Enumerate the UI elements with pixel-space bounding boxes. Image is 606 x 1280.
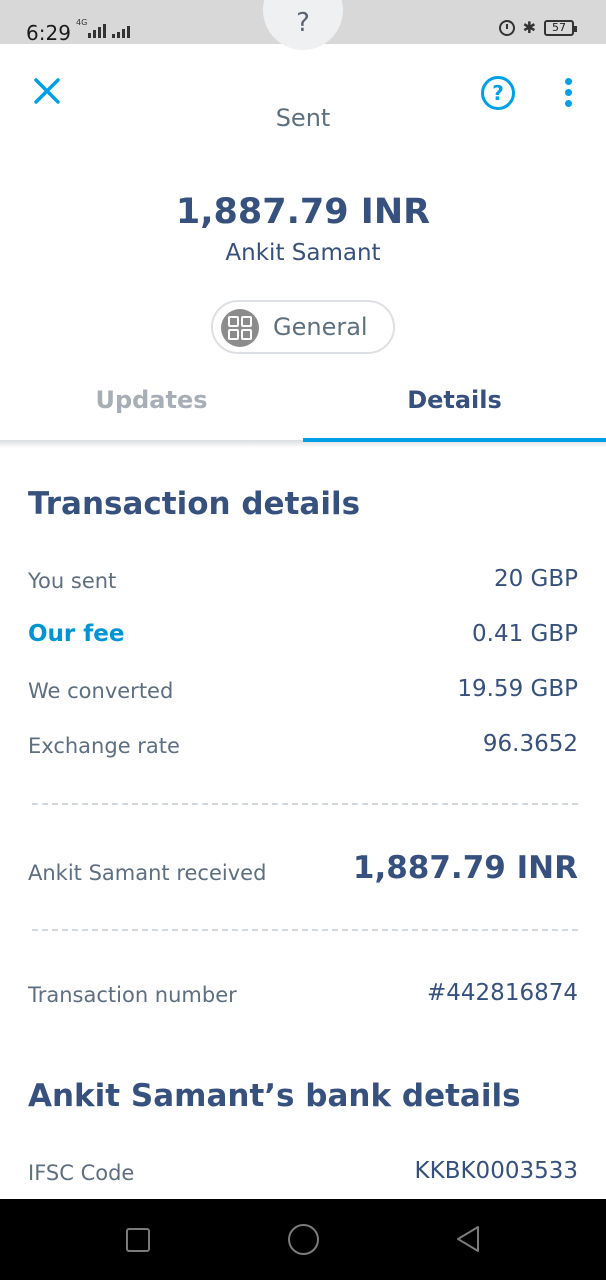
exchange-rate-label: Exchange rate [28, 734, 180, 758]
network-type-label: 4G [76, 18, 88, 27]
you-sent-label: You sent [28, 569, 117, 593]
we-converted-value: 19.59 GBP [457, 676, 578, 702]
received-value: 1,887.79 INR [352, 850, 578, 886]
status-icons: ✱ 57 [498, 18, 577, 37]
ifsc-code-value: KKBK0003533 [414, 1158, 578, 1184]
close-icon [34, 78, 60, 104]
transaction-details-heading: Transaction details [28, 486, 361, 522]
signal-indicator: 4G [76, 18, 130, 38]
our-fee-link[interactable]: Our fee [28, 621, 124, 647]
alarm-icon [498, 20, 515, 36]
system-nav-bar [0, 1199, 606, 1280]
signal-icon [88, 22, 106, 38]
back-icon[interactable] [452, 1223, 484, 1255]
bluetooth-icon: ✱ [522, 18, 536, 37]
we-converted-label: We converted [28, 679, 174, 703]
app-screen: 6:29 4G ✱ 57 ? ? Sent 1,887.79 INR Ankit… [0, 0, 606, 1280]
transfer-status: Sent [275, 104, 331, 132]
exchange-rate-value: 96.3652 [482, 731, 578, 757]
received-label: Ankit Samant received [28, 861, 267, 885]
tab-details[interactable]: Details [303, 386, 606, 414]
transaction-number-label: Transaction number [28, 983, 237, 1007]
you-sent-value: 20 GBP [493, 566, 578, 592]
home-icon[interactable] [288, 1224, 319, 1255]
close-button[interactable] [30, 74, 64, 108]
category-button[interactable]: General [211, 300, 395, 354]
tab-updates[interactable]: Updates [0, 386, 303, 414]
category-label: General [273, 313, 368, 341]
recent-apps-icon[interactable] [126, 1228, 150, 1252]
transfer-amount: 1,887.79 INR [175, 192, 431, 232]
tab-active-indicator [303, 438, 606, 442]
help-icon: ? [492, 81, 504, 105]
battery-icon: 57 [544, 20, 577, 36]
status-time: 6:29 [26, 21, 71, 45]
divider [32, 929, 578, 931]
category-grid-icon [221, 309, 259, 347]
divider [32, 803, 578, 805]
signal-icon-secondary [112, 22, 130, 38]
our-fee-value: 0.41 GBP [472, 621, 578, 647]
bank-details-heading: Ankit Samant’s bank details [28, 1078, 521, 1114]
ifsc-code-label: IFSC Code [28, 1161, 135, 1185]
question-mark-icon: ? [296, 8, 310, 38]
transaction-number-value: #442816874 [427, 980, 578, 1006]
recipient-name: Ankit Samant [225, 240, 381, 266]
more-vertical-icon [564, 78, 572, 85]
